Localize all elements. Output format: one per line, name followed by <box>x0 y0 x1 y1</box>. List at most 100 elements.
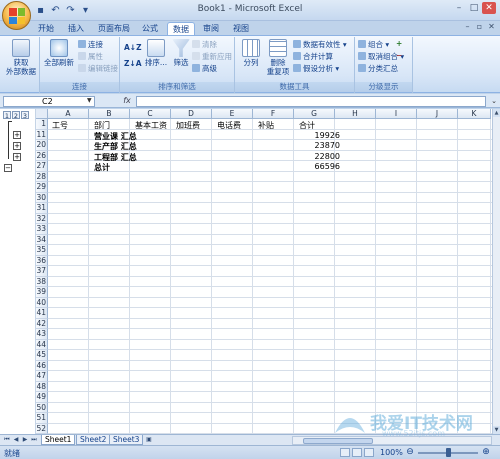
cell-g27[interactable]: 66596 <box>299 162 340 171</box>
column-header-c[interactable]: C <box>130 109 171 119</box>
normal-view-icon[interactable] <box>340 448 350 457</box>
workbook-minimize-button[interactable]: – <box>463 22 472 31</box>
column-header-a[interactable]: A <box>48 109 89 119</box>
close-button[interactable]: ✕ <box>482 2 496 14</box>
column-header-f[interactable]: F <box>253 109 294 119</box>
cell-e1[interactable]: 电话费 <box>217 120 241 131</box>
edit-links-button[interactable]: 编辑链接 <box>78 64 118 74</box>
consolidate-button[interactable]: 合并计算 <box>293 52 333 62</box>
cell-g20[interactable]: 23870 <box>299 141 340 150</box>
filter-button[interactable]: 筛选 <box>170 39 192 67</box>
column-header-i[interactable]: I <box>376 109 417 119</box>
prev-sheet-icon[interactable]: ◀ <box>12 436 20 444</box>
last-sheet-icon[interactable]: ⏭ <box>30 436 38 444</box>
row-header-11[interactable]: 11 <box>36 129 48 140</box>
subtotal-button[interactable]: 分类汇总 <box>358 64 398 74</box>
row-header-27[interactable]: 27 <box>36 161 48 172</box>
vertical-scrollbar[interactable]: ▲ ▼ <box>492 109 500 434</box>
formula-bar-expand-icon[interactable]: ⌄ <box>491 97 497 105</box>
outline-level-1-button[interactable]: 1 <box>3 111 11 120</box>
tab-review[interactable]: 审阅 <box>198 22 224 36</box>
cell-b27[interactable]: 总计 <box>94 162 110 173</box>
name-box-dropdown-icon[interactable]: ▼ <box>87 97 92 104</box>
column-header-g[interactable]: G <box>294 109 335 119</box>
zoom-slider-thumb[interactable] <box>446 448 451 457</box>
worksheet-grid[interactable]: ABCDEFGHIJK 1 11 20 26 27 28 29 30 31 32 33 34 35 36 3… <box>36 109 492 434</box>
zoom-out-icon[interactable]: ⊖ <box>405 447 415 457</box>
row-header-29[interactable]: 29 <box>36 182 48 193</box>
tab-data[interactable]: 数据 <box>167 22 195 36</box>
column-header-k[interactable]: K <box>458 109 491 119</box>
workbook-close-button[interactable]: ✕ <box>487 22 496 31</box>
cell-b11[interactable]: 营业课 汇总 <box>94 131 137 142</box>
cell-g11[interactable]: 19926 <box>299 131 340 140</box>
row-header-44[interactable]: 44 <box>36 339 48 350</box>
sort-za-icon[interactable]: Z↓A <box>124 59 142 69</box>
row-header-38[interactable]: 38 <box>36 276 48 287</box>
outline-level-3-button[interactable]: 3 <box>21 111 29 120</box>
horizontal-scrollbar[interactable] <box>292 436 492 445</box>
insert-sheet-icon[interactable]: ▣ <box>145 436 153 444</box>
column-header-j[interactable]: J <box>417 109 458 119</box>
row-header-36[interactable]: 36 <box>36 255 48 266</box>
column-header-h[interactable]: H <box>335 109 376 119</box>
hide-detail-icon[interactable]: − <box>396 51 402 61</box>
outline-collapse-button[interactable]: − <box>4 164 12 172</box>
select-all-corner[interactable] <box>36 109 48 119</box>
refresh-all-button[interactable]: 全部刷新 <box>44 39 74 67</box>
advanced-button[interactable]: 高级 <box>192 64 217 74</box>
workbook-restore-button[interactable]: ▫ <box>475 22 484 31</box>
first-sheet-icon[interactable]: ⏮ <box>3 436 11 444</box>
row-header-26[interactable]: 26 <box>36 150 48 161</box>
page-break-view-icon[interactable] <box>364 448 374 457</box>
office-button[interactable] <box>2 1 31 30</box>
sort-az-icon[interactable]: A↓Z <box>124 43 142 53</box>
reapply-button[interactable]: 重新应用 <box>192 52 232 62</box>
show-detail-icon[interactable]: + <box>396 39 402 49</box>
row-header-46[interactable]: 46 <box>36 360 48 371</box>
text-to-columns-button[interactable]: 分列 <box>238 39 264 67</box>
row-header-31[interactable]: 31 <box>36 203 48 214</box>
cell-f1[interactable]: 补贴 <box>258 120 274 131</box>
group-button[interactable]: 组合 ▾ <box>358 40 389 50</box>
row-header-1[interactable]: 1 <box>36 119 48 130</box>
tab-formulas[interactable]: 公式 <box>137 22 163 36</box>
row-header-28[interactable]: 28 <box>36 171 48 182</box>
row-header-45[interactable]: 45 <box>36 350 48 361</box>
cell-d1[interactable]: 加班费 <box>176 120 200 131</box>
row-header-32[interactable]: 32 <box>36 213 48 224</box>
row-header-50[interactable]: 50 <box>36 402 48 413</box>
row-header-34[interactable]: 34 <box>36 234 48 245</box>
formula-input[interactable] <box>136 96 486 107</box>
connections-button[interactable]: 连接 <box>78 40 103 50</box>
tab-insert[interactable]: 插入 <box>63 22 89 36</box>
insert-function-icon[interactable]: fx <box>121 95 133 107</box>
cell-g26[interactable]: 22800 <box>299 152 340 161</box>
row-header-42[interactable]: 42 <box>36 318 48 329</box>
scroll-up-icon[interactable]: ▲ <box>493 109 500 117</box>
row-header-39[interactable]: 39 <box>36 287 48 298</box>
minimize-button[interactable]: – <box>452 2 466 14</box>
row-header-37[interactable]: 37 <box>36 266 48 277</box>
tab-page-layout[interactable]: 页面布局 <box>93 22 135 36</box>
row-header-35[interactable]: 35 <box>36 245 48 256</box>
cell-c1[interactable]: 基本工资 <box>135 120 167 131</box>
maximize-button[interactable]: □ <box>467 2 481 14</box>
row-header-49[interactable]: 49 <box>36 392 48 403</box>
what-if-button[interactable]: 假设分析 ▾ <box>293 64 339 74</box>
outline-expand-button-row-11[interactable]: + <box>13 131 21 139</box>
cell-g1[interactable]: 合计 <box>299 120 315 131</box>
page-layout-view-icon[interactable] <box>352 448 362 457</box>
data-validation-button[interactable]: 数据有效性 ▾ <box>293 40 347 50</box>
cell-a1[interactable]: 工号 <box>52 120 68 131</box>
outline-expand-button-row-26[interactable]: + <box>13 153 21 161</box>
row-header-30[interactable]: 30 <box>36 192 48 203</box>
outline-level-2-button[interactable]: 2 <box>12 111 20 120</box>
next-sheet-icon[interactable]: ▶ <box>21 436 29 444</box>
column-header-e[interactable]: E <box>212 109 253 119</box>
cell-b1[interactable]: 部门 <box>94 120 110 131</box>
row-header-41[interactable]: 41 <box>36 308 48 319</box>
column-header-b[interactable]: B <box>89 109 130 119</box>
clear-button[interactable]: 清除 <box>192 40 217 50</box>
row-header-52[interactable]: 52 <box>36 423 48 434</box>
